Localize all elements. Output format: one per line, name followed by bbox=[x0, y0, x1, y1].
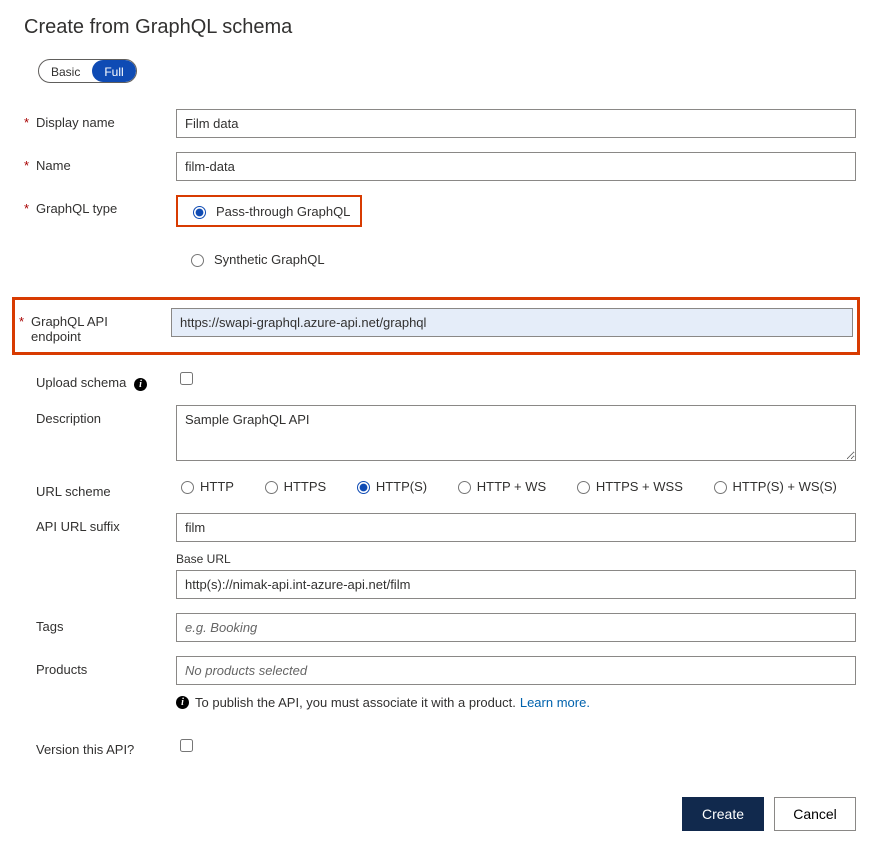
learn-more-link[interactable]: Learn more. bbox=[520, 695, 590, 710]
label-url-scheme: URL scheme bbox=[36, 478, 176, 499]
label-display-name: Display name bbox=[36, 109, 176, 130]
upload-schema-checkbox[interactable] bbox=[180, 372, 193, 385]
row-display-name: * Display name bbox=[24, 109, 856, 138]
graphql-type-passthrough-option[interactable]: Pass-through GraphQL bbox=[176, 195, 362, 227]
label-api-suffix: API URL suffix bbox=[36, 513, 176, 534]
publish-hint: i To publish the API, you must associate… bbox=[176, 695, 856, 710]
url-scheme-http-ws[interactable]: HTTP + WS bbox=[453, 478, 546, 494]
version-checkbox[interactable] bbox=[180, 739, 193, 752]
row-endpoint: * GraphQL API endpoint bbox=[19, 308, 853, 344]
url-scheme-http-s-ws-s[interactable]: HTTP(S) + WS(S) bbox=[709, 478, 837, 494]
tags-input[interactable] bbox=[176, 613, 856, 642]
url-scheme-http[interactable]: HTTP bbox=[176, 478, 234, 494]
mode-full[interactable]: Full bbox=[92, 60, 135, 82]
row-url-scheme: URL scheme HTTP HTTPS HTTP(S) HTTP + WS … bbox=[24, 478, 856, 499]
endpoint-input[interactable] bbox=[171, 308, 853, 337]
mode-basic[interactable]: Basic bbox=[39, 60, 92, 82]
url-scheme-group: HTTP HTTPS HTTP(S) HTTP + WS HTTPS + WSS… bbox=[176, 478, 856, 497]
label-base-url: Base URL bbox=[176, 552, 856, 566]
required-marker: * bbox=[19, 308, 31, 329]
footer-actions: Create Cancel bbox=[24, 797, 856, 831]
products-input[interactable] bbox=[176, 656, 856, 685]
cancel-button[interactable]: Cancel bbox=[774, 797, 856, 831]
required-marker: * bbox=[24, 152, 36, 173]
label-endpoint: GraphQL API endpoint bbox=[31, 308, 171, 344]
name-input[interactable] bbox=[176, 152, 856, 181]
description-input[interactable]: Sample GraphQL API bbox=[176, 405, 856, 461]
row-version: Version this API? bbox=[24, 736, 856, 757]
display-name-input[interactable] bbox=[176, 109, 856, 138]
label-version: Version this API? bbox=[36, 736, 176, 757]
row-products: Products i To publish the API, you must … bbox=[24, 656, 856, 710]
radio-passthrough[interactable] bbox=[193, 206, 206, 219]
api-suffix-input[interactable] bbox=[176, 513, 856, 542]
row-tags: Tags bbox=[24, 613, 856, 642]
page-title: Create from GraphQL schema bbox=[24, 16, 856, 39]
required-marker: * bbox=[24, 195, 36, 216]
label-tags: Tags bbox=[36, 613, 176, 634]
label-graphql-type: GraphQL type bbox=[36, 195, 176, 216]
info-icon[interactable]: i bbox=[134, 378, 147, 391]
label-synthetic: Synthetic GraphQL bbox=[214, 252, 325, 267]
label-products: Products bbox=[36, 656, 176, 677]
endpoint-highlight-box: * GraphQL API endpoint bbox=[12, 297, 860, 355]
url-scheme-https-wss[interactable]: HTTPS + WSS bbox=[572, 478, 683, 494]
row-name: * Name bbox=[24, 152, 856, 181]
label-description: Description bbox=[36, 405, 176, 426]
row-api-suffix: API URL suffix Base URL bbox=[24, 513, 856, 599]
label-passthrough: Pass-through GraphQL bbox=[216, 204, 350, 219]
create-button[interactable]: Create bbox=[682, 797, 764, 831]
info-icon: i bbox=[176, 696, 189, 709]
base-url-readonly bbox=[176, 570, 856, 599]
row-graphql-type-synth: Synthetic GraphQL bbox=[24, 245, 856, 273]
label-name: Name bbox=[36, 152, 176, 173]
url-scheme-http-s[interactable]: HTTP(S) bbox=[352, 478, 427, 494]
row-upload-schema: Upload schema i bbox=[24, 369, 856, 391]
url-scheme-https[interactable]: HTTPS bbox=[260, 478, 327, 494]
row-graphql-type: * GraphQL type Pass-through GraphQL bbox=[24, 195, 856, 227]
label-upload-schema: Upload schema i bbox=[36, 369, 176, 391]
row-description: Description Sample GraphQL API bbox=[24, 405, 856, 464]
required-marker: * bbox=[24, 109, 36, 130]
graphql-type-synthetic-option[interactable]: Synthetic GraphQL bbox=[176, 245, 335, 273]
radio-synthetic[interactable] bbox=[191, 254, 204, 267]
mode-toggle[interactable]: Basic Full bbox=[38, 59, 137, 83]
